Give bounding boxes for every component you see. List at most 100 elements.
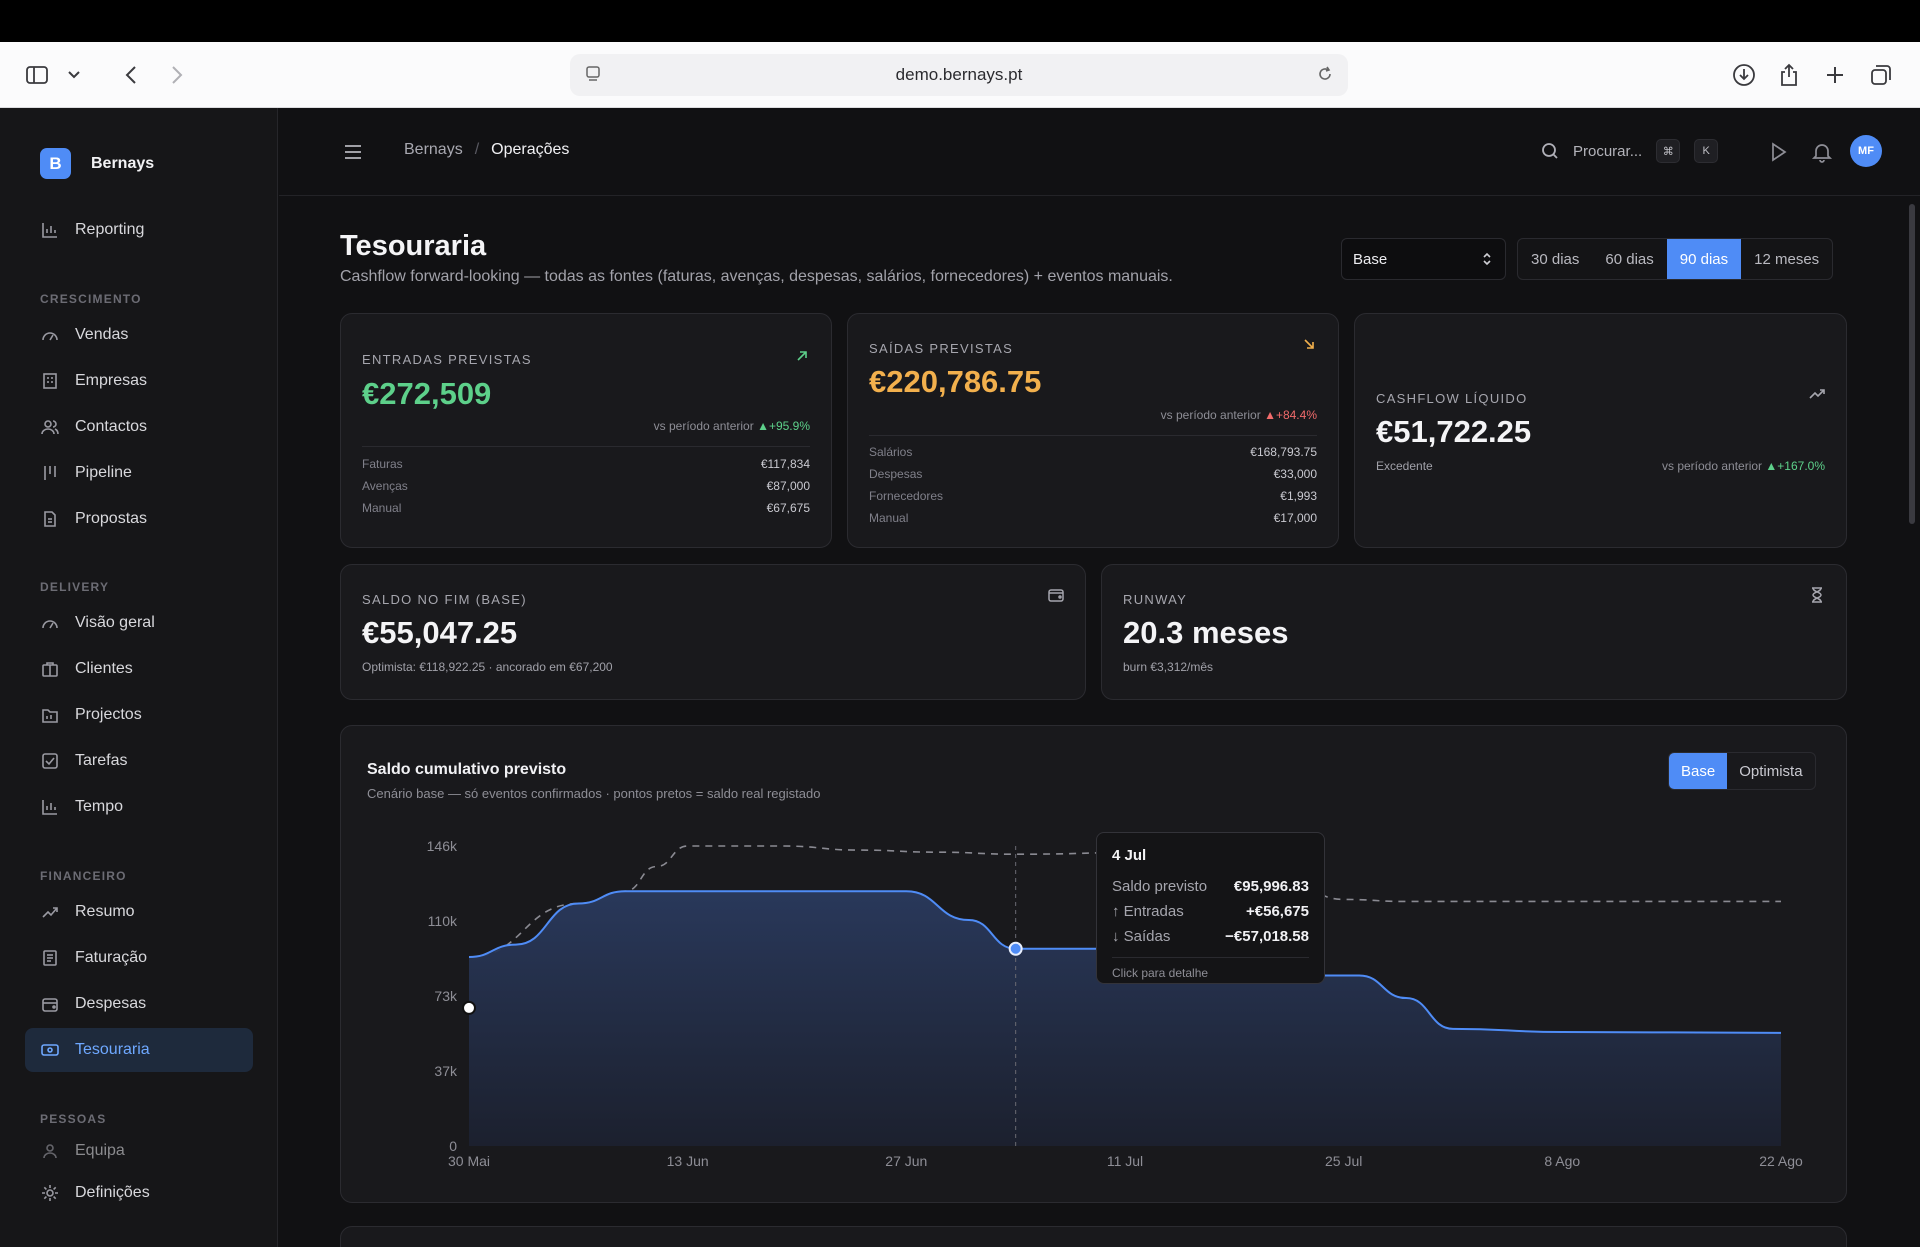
breadcrumb-operacoes[interactable]: Operações — [491, 141, 569, 159]
row-value: €33,000 — [1273, 467, 1317, 481]
sidebar-item-definicoes[interactable]: Definições — [25, 1171, 253, 1215]
breakdown-row: Faturas €117,834 — [362, 453, 810, 475]
page-settings-icon[interactable] — [584, 65, 602, 88]
search-icon — [1542, 143, 1558, 159]
back-icon[interactable] — [112, 56, 150, 94]
sidebar-item-projectos[interactable]: Projectos — [25, 693, 253, 737]
brand[interactable]: B Bernays — [40, 148, 154, 179]
sidebar-item-label: Empresas — [75, 372, 148, 389]
period-60-dias[interactable]: 60 dias — [1592, 239, 1666, 279]
address-bar[interactable]: demo.bernays.pt — [570, 54, 1348, 96]
chevron-down-icon[interactable] — [55, 56, 93, 94]
comparison-label: vs período anterior — [653, 419, 754, 433]
reload-icon[interactable] — [1316, 65, 1334, 88]
sidebar-item-despesas[interactable]: Despesas — [25, 982, 253, 1026]
sidebar-item-label: Pipeline — [75, 464, 132, 481]
section-pessoas: PESSOAS — [40, 1112, 107, 1126]
sidebar-item-visao-geral[interactable]: Visão geral — [25, 601, 253, 645]
card-value: €55,047.25 — [362, 615, 518, 650]
y-tick-label: 146k — [427, 838, 458, 854]
comparison-value: ▲+95.9% — [757, 419, 810, 433]
row-value: €117,834 — [760, 457, 810, 471]
menu-icon[interactable] — [343, 142, 363, 162]
sidebar-item-reporting[interactable]: Reporting — [25, 208, 253, 252]
sidebar-item-clientes[interactable]: Clientes — [25, 647, 253, 691]
tooltip-row-key: ↓ Saídas — [1112, 928, 1171, 945]
period-12-meses[interactable]: 12 meses — [1741, 239, 1832, 279]
row-value: €67,675 — [766, 501, 810, 515]
sidebar-item-tarefas[interactable]: Tarefas — [25, 739, 253, 783]
tooltip-row: ↑ Entradas +€56,675 — [1112, 899, 1309, 924]
period-30-dias[interactable]: 30 dias — [1518, 239, 1592, 279]
sidebar-item-tesouraria[interactable]: Tesouraria — [25, 1028, 253, 1072]
card-runway[interactable]: RUNWAY 20.3 meses burn €3,312/mês — [1101, 564, 1847, 700]
card-saldo-no-fim[interactable]: SALDO NO FIM (BASE) €55,047.25 Optimista… — [340, 564, 1086, 700]
breadcrumb-bernays[interactable]: Bernays — [404, 141, 463, 159]
sidebar-item-pipeline[interactable]: Pipeline — [25, 451, 253, 495]
app: B Bernays Reporting CRESCIMENTO Vendas E… — [0, 108, 1920, 1247]
share-icon[interactable] — [1770, 56, 1808, 94]
x-tick-label: 22 Ago — [1759, 1153, 1803, 1169]
sidebar-item-resumo[interactable]: Resumo — [25, 890, 253, 934]
sidebar-toggle-icon[interactable] — [18, 56, 56, 94]
scenario-select[interactable]: Base — [1341, 238, 1506, 280]
search-button[interactable]: Procurar... ⌘ K — [1541, 139, 1719, 163]
sidebar-item-label: Propostas — [75, 510, 148, 527]
avatar[interactable]: MF — [1850, 135, 1882, 167]
card-label: CASHFLOW LÍQUIDO — [1376, 391, 1528, 406]
sidebar-item-label: Visão geral — [75, 614, 155, 631]
sidebar-item-contactos[interactable]: Contactos — [25, 405, 253, 449]
wallet-icon — [1048, 589, 1064, 602]
sidebar-item-equipa[interactable]: Equipa — [25, 1136, 253, 1160]
sidebar-item-label: Reporting — [75, 221, 145, 238]
card-saidas-previstas[interactable]: SAÍDAS PREVISTAS €220,786.75 vs período … — [847, 313, 1339, 548]
forward-icon[interactable] — [158, 56, 196, 94]
new-tab-icon[interactable] — [1816, 56, 1854, 94]
card-cashflow-liquido[interactable]: CASHFLOW LÍQUIDO €51,722.25 Excedente vs… — [1354, 313, 1847, 548]
tooltip-hint: Click para detalhe — [1112, 957, 1309, 980]
next-card — [340, 1226, 1847, 1247]
play-icon[interactable] — [1766, 140, 1790, 164]
scrollbar[interactable] — [1909, 204, 1915, 524]
tabs-overview-icon[interactable] — [1862, 56, 1900, 94]
actual-balance-point — [462, 1000, 476, 1015]
card-entradas-previstas[interactable]: ENTRADAS PREVISTAS €272,509 vs período a… — [340, 313, 832, 548]
breadcrumb-separator: / — [474, 141, 480, 158]
kbd-k: K — [1694, 139, 1719, 163]
card-label: RUNWAY — [1123, 592, 1188, 607]
checkbox-icon — [42, 753, 58, 769]
building-icon — [43, 373, 57, 389]
cumulative-balance-chart[interactable]: 0 37k 73k 110k 146k 30 Mai 13 Jun 27 Jun 11 Jul 2… — [341, 726, 1848, 1204]
bell-icon[interactable] — [1810, 140, 1834, 164]
sidebar-item-faturacao[interactable]: Faturação — [25, 936, 253, 980]
card-comparison: vs período anterior ▲+95.9% — [654, 419, 810, 433]
tooltip-date: 4 Jul — [1112, 847, 1147, 864]
section-delivery: DELIVERY — [40, 580, 110, 594]
row-value: €1,993 — [1280, 489, 1317, 503]
sidebar-item-vendas[interactable]: Vendas — [25, 313, 253, 357]
user-icon — [43, 1144, 57, 1159]
breakdown-row: Fornecedores €1,993 — [869, 485, 1317, 507]
period-90-dias[interactable]: 90 dias — [1666, 239, 1742, 279]
sidebar-item-label: Tesouraria — [75, 1041, 150, 1058]
sidebar-item-label: Contactos — [75, 418, 148, 435]
trending-up-icon — [42, 907, 58, 918]
sidebar-item-label: Tempo — [75, 798, 124, 815]
row-key: Manual — [362, 501, 402, 515]
tooltip-row-key: Saldo previsto — [1112, 878, 1208, 895]
sidebar-item-label: Tarefas — [75, 752, 128, 769]
breakdown-row: Avenças €87,000 — [362, 475, 810, 497]
breakdown-row: Salários €168,793.75 — [869, 441, 1317, 463]
highlight-point — [1008, 941, 1023, 956]
download-icon[interactable] — [1725, 56, 1763, 94]
card-comparison: vs período anterior ▲+167.0% — [1662, 459, 1825, 473]
x-tick-label: 25 Jul — [1325, 1153, 1362, 1169]
page-title: Tesouraria — [340, 230, 487, 262]
sidebar-item-empresas[interactable]: Empresas — [25, 359, 253, 403]
url-text: demo.bernays.pt — [895, 65, 1023, 84]
row-value: €87,000 — [766, 479, 810, 493]
invoice-icon — [43, 950, 57, 966]
sidebar-item-tempo[interactable]: Tempo — [25, 785, 253, 829]
card-value: €220,786.75 — [869, 364, 1042, 399]
sidebar-item-propostas[interactable]: Propostas — [25, 497, 253, 541]
